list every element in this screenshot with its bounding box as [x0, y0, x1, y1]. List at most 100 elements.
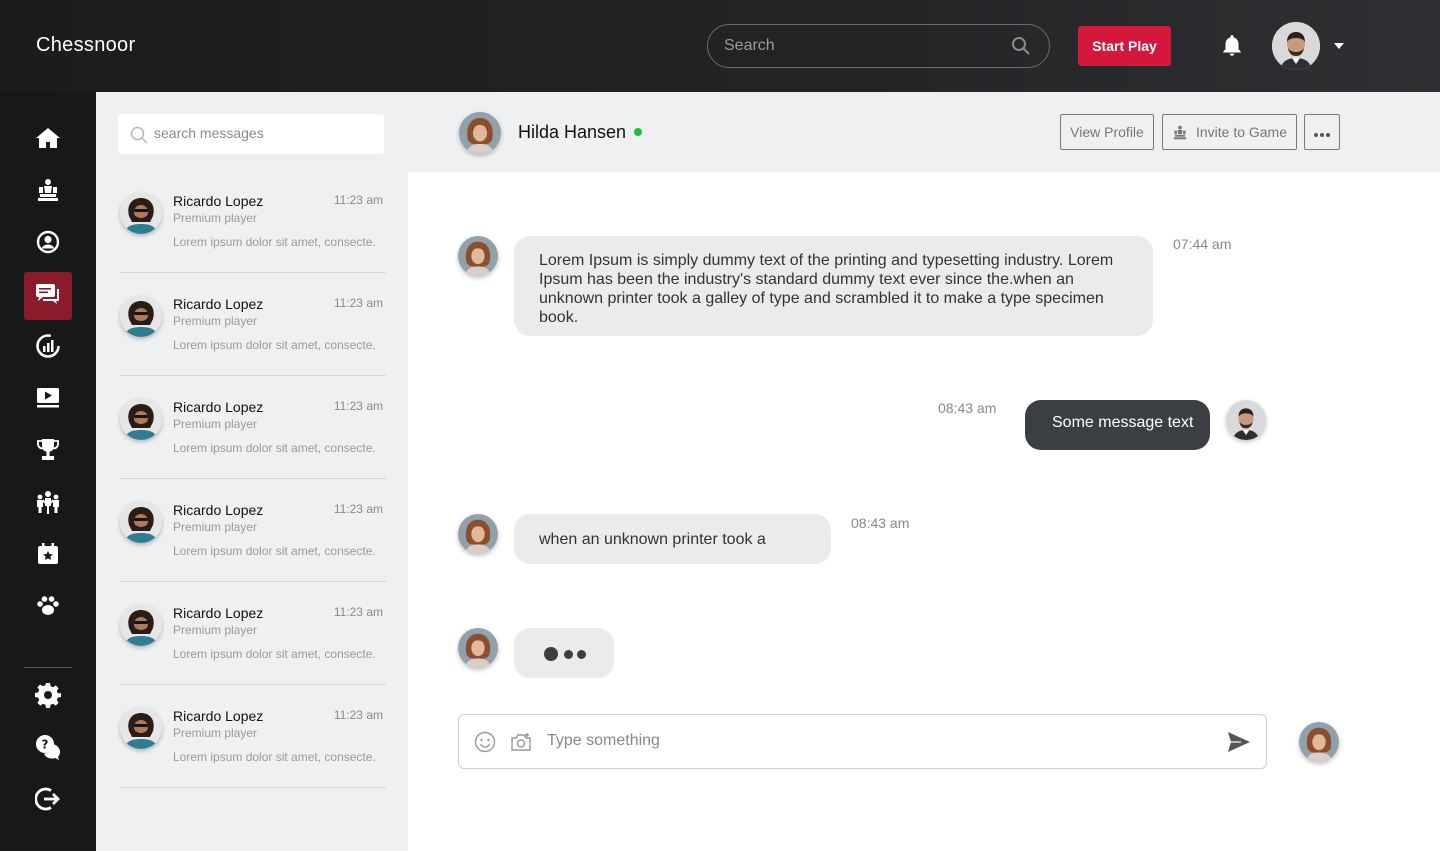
conversation-preview: Lorem ipsum dolor sit amet, consecte.: [173, 338, 376, 352]
contact-avatar: [458, 236, 498, 276]
svg-text:?: ?: [42, 737, 49, 751]
conversation-name: Ricardo Lopez: [173, 399, 264, 415]
conversation-item[interactable]: Ricardo Lopez Premium player 11:23 am Lo…: [120, 479, 386, 582]
send-icon[interactable]: [1227, 731, 1251, 758]
user-circle-icon: [36, 230, 60, 259]
conversation-preview: Lorem ipsum dolor sit amet, consecte.: [173, 441, 376, 455]
sidebar-item-logout[interactable]: [24, 777, 72, 825]
conversation-time: 11:23 am: [333, 708, 383, 722]
community-icon: [35, 489, 61, 520]
conversation-name: Ricardo Lopez: [173, 605, 264, 621]
invite-to-game-button[interactable]: Invite to Game: [1162, 114, 1297, 150]
conversation-role: Premium player: [173, 211, 258, 225]
help-chat-icon: ?: [35, 734, 61, 765]
my-avatar: [1226, 400, 1266, 440]
search-icon[interactable]: [1011, 36, 1031, 61]
message-input[interactable]: [547, 732, 1187, 750]
avatar: [120, 707, 162, 749]
message-time: 08:43 am: [938, 400, 997, 416]
conversation-item[interactable]: Ricardo Lopez Premium player 11:23 am Lo…: [120, 273, 386, 376]
start-play-button[interactable]: Start Play: [1078, 26, 1171, 66]
sidebar-item-videos[interactable]: [24, 376, 72, 424]
avatar: [120, 501, 162, 543]
logout-icon: [34, 786, 61, 817]
chat-messages-area: Lorem Ipsum is simply dummy text of the …: [408, 172, 1440, 851]
typing-dot: [577, 650, 586, 659]
conversation-time: 11:23 am: [333, 399, 383, 413]
typing-dot: [544, 647, 558, 661]
conversation-time: 11:23 am: [333, 193, 383, 207]
app-logo[interactable]: Chessnoor: [36, 34, 135, 57]
sidebar-item-pets[interactable]: [24, 584, 72, 632]
typing-indicator: [514, 628, 614, 678]
chess-pieces-icon: [1172, 125, 1188, 140]
incoming-message-bubble: when an unknown printer took a: [514, 514, 831, 564]
sidebar: ?: [0, 92, 96, 851]
sidebar-item-events[interactable]: [24, 532, 72, 580]
incoming-message-bubble: Lorem Ipsum is simply dummy text of the …: [514, 236, 1153, 336]
message-time: 07:44 am: [1173, 236, 1232, 252]
sidebar-item-stats[interactable]: [24, 324, 72, 372]
conversation-role: Premium player: [173, 417, 258, 431]
sidebar-item-settings[interactable]: [24, 673, 72, 721]
conversation-role: Premium player: [173, 623, 258, 637]
conversation-item[interactable]: Ricardo Lopez Premium player 11:23 am Lo…: [120, 685, 386, 788]
contact-avatar[interactable]: [459, 112, 501, 154]
conversation-list-panel: Ricardo Lopez Premium player 11:23 am Lo…: [96, 92, 408, 851]
sidebar-item-games[interactable]: [24, 168, 72, 216]
top-bar: Chessnoor Start Play: [0, 0, 1440, 92]
sidebar-item-profile[interactable]: [24, 220, 72, 268]
sidebar-item-messages[interactable]: [24, 272, 72, 320]
avatar: [120, 398, 162, 440]
conversation-time: 11:23 am: [333, 296, 383, 310]
view-profile-button[interactable]: View Profile: [1060, 114, 1154, 150]
message-search-input[interactable]: [154, 125, 374, 141]
conversation-time: 11:23 am: [333, 502, 383, 516]
conversation-name: Ricardo Lopez: [173, 708, 264, 724]
camera-icon[interactable]: [510, 731, 532, 758]
conversation-preview: Lorem ipsum dolor sit amet, consecte.: [173, 750, 376, 764]
typing-dot: [564, 650, 573, 659]
conversation-item[interactable]: Ricardo Lopez Premium player 11:23 am Lo…: [120, 582, 386, 685]
contact-avatar: [1299, 722, 1339, 762]
notification-bell-icon[interactable]: [1219, 33, 1245, 64]
chess-pieces-icon: [35, 178, 61, 207]
search-icon: [130, 126, 148, 149]
sidebar-item-community[interactable]: [24, 480, 72, 528]
invite-label: Invite to Game: [1195, 124, 1288, 140]
contact-name: Hilda Hansen: [518, 122, 627, 142]
conversation-role: Premium player: [173, 726, 258, 740]
conversation-name: Ricardo Lopez: [173, 296, 264, 312]
contact-avatar: [458, 514, 498, 554]
chat-header: Hilda Hansen View Profile Invite to Game: [408, 92, 1440, 172]
gear-icon: [35, 682, 61, 713]
conversation-name: Ricardo Lopez: [173, 193, 264, 209]
home-icon: [35, 126, 61, 155]
sidebar-item-tournaments[interactable]: [24, 428, 72, 476]
user-avatar[interactable]: [1272, 22, 1320, 70]
conversation-preview: Lorem ipsum dolor sit amet, consecte.: [173, 235, 376, 249]
top-search-input[interactable]: [724, 35, 1004, 57]
more-dots-icon: [1314, 124, 1330, 140]
conversation-item[interactable]: Ricardo Lopez Premium player 11:23 am Lo…: [120, 376, 386, 479]
emoji-icon[interactable]: [474, 731, 496, 758]
conversation-role: Premium player: [173, 520, 258, 534]
avatar: [120, 295, 162, 337]
sidebar-divider: [24, 667, 72, 668]
top-search-box[interactable]: [707, 24, 1050, 68]
paw-icon: [36, 595, 60, 622]
sidebar-item-home[interactable]: [24, 116, 72, 164]
sidebar-item-help[interactable]: ?: [24, 725, 72, 773]
contact-avatar: [458, 628, 498, 668]
avatar: [120, 604, 162, 646]
outgoing-message-bubble: Some message text: [1025, 400, 1210, 450]
conversation-time: 11:23 am: [333, 605, 383, 619]
message-composer: [458, 714, 1267, 769]
more-options-button[interactable]: [1304, 114, 1340, 150]
message-search-box[interactable]: [118, 114, 384, 154]
conversation-role: Premium player: [173, 314, 258, 328]
calendar-star-icon: [37, 542, 59, 570]
conversation-preview: Lorem ipsum dolor sit amet, consecte.: [173, 544, 376, 558]
conversation-item[interactable]: Ricardo Lopez Premium player 11:23 am Lo…: [120, 170, 386, 273]
account-dropdown-icon[interactable]: [1334, 43, 1344, 49]
